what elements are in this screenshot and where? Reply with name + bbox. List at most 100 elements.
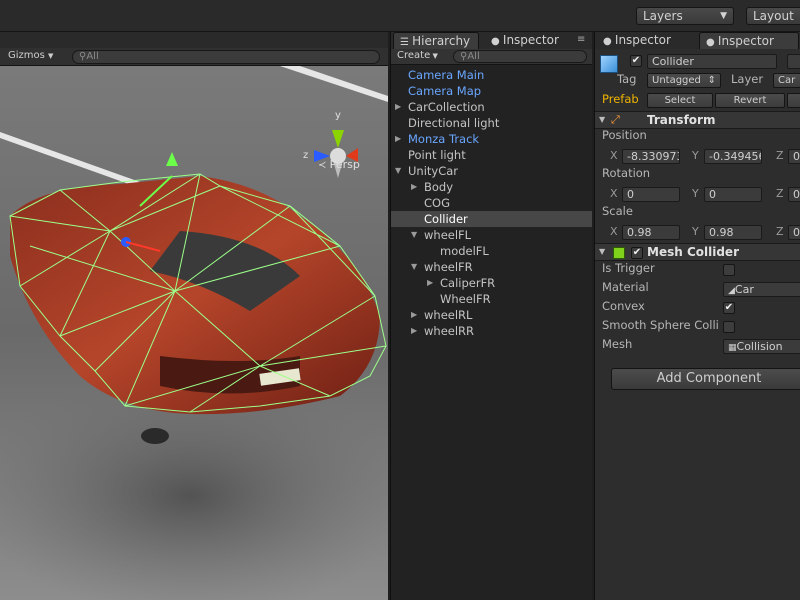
hierarchy-list: Camera Main Camera Map ▶ CarCollection Direc… — [391, 67, 592, 339]
tab-inspector-mid-label: Inspector — [614, 33, 671, 47]
tab-inspector-right-label: Inspector — [717, 34, 774, 48]
scene-search-input[interactable]: ⚲All — [72, 50, 380, 64]
mesh-field[interactable]: ▦Collision — [723, 339, 800, 354]
scale-x-label: X — [610, 225, 618, 238]
hierarchy-item[interactable]: ▶ Body — [391, 179, 592, 195]
mesh-icon: ▦ — [728, 343, 737, 353]
fold-closed-icon[interactable]: ▶ — [395, 131, 401, 147]
create-label: Create — [397, 50, 431, 61]
prefab-revert-button[interactable]: Revert — [715, 93, 785, 108]
physic-material-icon: ◢ — [728, 286, 735, 296]
rotation-y-field[interactable]: 0 — [704, 187, 762, 202]
fold-closed-icon[interactable]: ▶ — [411, 307, 417, 323]
position-y-field[interactable]: -0.349456 — [704, 149, 762, 164]
rotation-x-field[interactable]: 0 — [622, 187, 680, 202]
scene-panel[interactable]: Gizmos ▼ ⚲All y z ≺ Persp — [0, 32, 388, 600]
tag-label: Tag — [617, 72, 637, 86]
rotation-label: Rotation — [602, 166, 651, 180]
scale-label: Scale — [602, 204, 633, 218]
static-toggle[interactable] — [787, 54, 800, 69]
active-checkbox[interactable]: ✔ — [630, 55, 642, 67]
fold-open-icon: ▼ — [599, 115, 606, 124]
info-icon: ● — [491, 36, 503, 47]
rotation-z-field[interactable]: 0 — [788, 187, 800, 202]
tag-value: Untagged — [652, 75, 701, 86]
hierarchy-item[interactable]: ▶ wheelRR — [391, 323, 592, 339]
tab-hierarchy-label: Hierarchy — [412, 34, 471, 48]
layers-label: Layers — [643, 9, 683, 23]
layer-value: Car — [778, 75, 796, 86]
hierarchy-item-label: Point light — [408, 148, 466, 162]
hierarchy-item[interactable]: ▶ CaliperFR — [391, 275, 592, 291]
mesh-collider-enabled-checkbox[interactable]: ✔ — [631, 247, 643, 259]
scene-viewport[interactable]: y z — [0, 66, 388, 600]
hierarchy-item[interactable]: ▶ CarCollection — [391, 99, 592, 115]
hierarchy-item-label: UnityCar — [408, 164, 459, 178]
hierarchy-item[interactable]: WheelFR — [391, 291, 592, 307]
smooth-sphere-label: Smooth Sphere Colli — [602, 318, 719, 332]
hierarchy-item[interactable]: Directional light — [391, 115, 592, 131]
layer-dropdown[interactable]: Car — [773, 73, 800, 88]
position-x-field[interactable]: -8.330973 — [622, 149, 680, 164]
hierarchy-item[interactable]: ▼ wheelFL — [391, 227, 592, 243]
hierarchy-item-label: CaliperFR — [440, 276, 496, 290]
hierarchy-search-placeholder: All — [467, 51, 480, 62]
hierarchy-item[interactable]: Collider — [391, 211, 592, 227]
mesh-collider-header[interactable]: ▼ ✔ Mesh Collider — [595, 243, 800, 261]
convex-checkbox[interactable]: ✔ — [723, 302, 735, 314]
transform-icon: ⤢ — [611, 113, 620, 126]
hierarchy-item[interactable]: Camera Map — [391, 83, 592, 99]
hierarchy-item[interactable]: Camera Main — [391, 67, 592, 83]
main-toolbar: Layers ▼ Layout — [0, 0, 800, 32]
fold-closed-icon[interactable]: ▶ — [411, 323, 417, 339]
object-name-field[interactable]: Collider — [647, 54, 777, 69]
hierarchy-item-label: Body — [424, 180, 454, 194]
fold-open-icon[interactable]: ▼ — [411, 227, 417, 243]
smooth-sphere-checkbox[interactable] — [723, 321, 735, 333]
tab-inspector-left[interactable]: ● Inspector — [485, 32, 581, 49]
hierarchy-item-label: CarCollection — [408, 100, 485, 114]
hierarchy-item[interactable]: ▼ wheelFR — [391, 259, 592, 275]
prefab-select-button[interactable]: Select — [647, 93, 713, 108]
hierarchy-item[interactable]: COG — [391, 195, 592, 211]
tab-inspector-mid[interactable]: ● Inspector — [597, 32, 697, 49]
hierarchy-item[interactable]: ▶ wheelRL — [391, 307, 592, 323]
tab-inspector-right[interactable]: ● Inspector — [699, 32, 799, 49]
projection-toggle[interactable]: ≺ Persp — [318, 158, 360, 171]
gizmos-dropdown[interactable]: Gizmos ▼ — [8, 50, 53, 61]
hierarchy-search-input[interactable]: ⚲All — [453, 50, 587, 63]
prefab-apply-button[interactable] — [787, 93, 800, 108]
add-component-button[interactable]: Add Component — [611, 368, 800, 390]
panel-menu-icon[interactable]: ≡ — [577, 34, 585, 45]
fold-closed-icon[interactable]: ▶ — [395, 99, 401, 115]
create-dropdown[interactable]: Create ▼ — [397, 50, 438, 61]
fold-closed-icon[interactable]: ▶ — [411, 179, 417, 195]
hierarchy-item[interactable]: modelFL — [391, 243, 592, 259]
material-field[interactable]: ◢Car — [723, 282, 800, 297]
hierarchy-item[interactable]: Point light — [391, 147, 592, 163]
scale-x-field[interactable]: 0.98 — [622, 225, 680, 240]
position-z-label: Z — [776, 149, 784, 162]
scale-z-field[interactable]: 0.98 — [788, 225, 800, 240]
transform-title: Transform — [647, 113, 716, 127]
is-trigger-checkbox[interactable] — [723, 264, 735, 276]
fold-open-icon[interactable]: ▼ — [411, 259, 417, 275]
hierarchy-item[interactable]: ▶ Monza Track — [391, 131, 592, 147]
scale-y-field[interactable]: 0.98 — [704, 225, 762, 240]
position-z-field[interactable]: 0 — [788, 149, 800, 164]
transform-header[interactable]: ▼ ⤢ Transform — [595, 111, 800, 129]
scene-toolbar: Gizmos ▼ ⚲All — [0, 48, 388, 66]
persp-label: Persp — [329, 158, 360, 171]
layers-dropdown[interactable]: Layers ▼ — [636, 7, 734, 25]
is-trigger-label: Is Trigger — [602, 261, 655, 275]
scale-y-label: Y — [692, 225, 699, 238]
layout-dropdown[interactable]: Layout — [746, 7, 800, 25]
fold-closed-icon[interactable]: ▶ — [427, 275, 433, 291]
fold-open-icon[interactable]: ▼ — [395, 163, 401, 179]
hierarchy-item-label: wheelRR — [424, 324, 475, 338]
info-icon: ● — [603, 36, 615, 47]
tag-dropdown[interactable]: Untagged ⇕ — [647, 73, 721, 88]
scale-z-label: Z — [776, 225, 784, 238]
tab-hierarchy[interactable]: ☰ Hierarchy — [393, 32, 479, 49]
hierarchy-item[interactable]: ▼ UnityCar — [391, 163, 592, 179]
